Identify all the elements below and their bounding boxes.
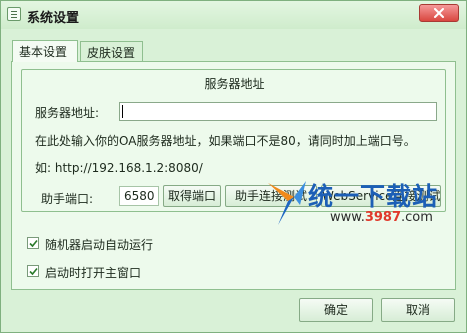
watermark-url-highlight: 3987 xyxy=(364,210,402,225)
server-group-legend: 服务器地址 xyxy=(204,77,265,91)
watermark-text: 统一下载站 xyxy=(308,182,439,211)
server-address-label: 服务器地址: xyxy=(35,106,100,120)
port-input[interactable]: 6580 xyxy=(119,186,159,206)
cancel-button[interactable]: 取消 xyxy=(381,298,455,322)
window-title: 系统设置 xyxy=(27,11,80,26)
autostart-label: 随机器启动自动运行 xyxy=(45,238,154,252)
port-label: 助手端口: xyxy=(41,192,94,206)
server-hint-text: 在此处输入你的OA服务器地址，如果端口不是80，请同时加上端口号。 xyxy=(35,134,416,148)
checkmark-icon xyxy=(29,239,38,248)
server-example-text: 如: http://192.168.1.2:8080/ xyxy=(35,161,203,175)
title-bar[interactable]: 系统设置 xyxy=(1,1,466,29)
text-caret xyxy=(122,105,123,118)
watermark-url: www.3987.com xyxy=(330,210,433,225)
open-main-window-checkbox[interactable] xyxy=(27,265,39,277)
server-address-input[interactable] xyxy=(119,102,437,121)
autostart-checkbox[interactable] xyxy=(27,237,39,249)
close-icon xyxy=(434,8,444,18)
close-button[interactable] xyxy=(419,4,459,22)
ok-button[interactable]: 确定 xyxy=(299,298,373,322)
watermark-url-suffix: .com xyxy=(401,210,433,225)
watermark-url-prefix: www. xyxy=(330,210,365,225)
tab-skin-settings[interactable]: 皮肤设置 xyxy=(80,41,143,61)
app-menu-icon[interactable] xyxy=(7,7,21,21)
download-site-logo-icon xyxy=(268,181,306,225)
tab-basic-settings[interactable]: 基本设置 xyxy=(12,40,78,62)
open-main-window-label: 启动时打开主窗口 xyxy=(45,266,142,280)
site-watermark: 统一下载站 www.3987.com xyxy=(264,175,444,229)
get-port-button[interactable]: 取得端口 xyxy=(163,185,221,207)
settings-window: 系统设置 基本设置 皮肤设置 服务器地址 服务器地址: 在此处输入你的OA服务器… xyxy=(0,0,467,333)
checkmark-icon xyxy=(29,267,38,276)
